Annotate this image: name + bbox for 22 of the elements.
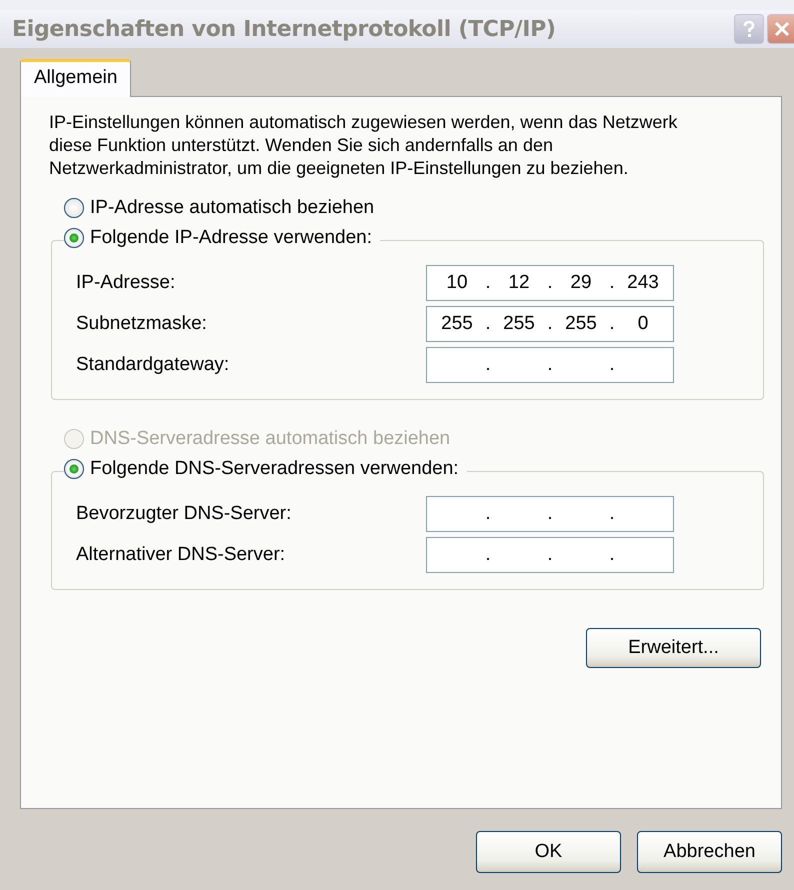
radio-option[interactable]: Folgende IP-Adresse verwenden: xyxy=(64,227,380,249)
field-label: Standardgateway: xyxy=(76,354,230,376)
ip-address-field[interactable]: . . . xyxy=(426,536,674,572)
advanced-button[interactable]: Erweitert... xyxy=(586,628,761,668)
help-button[interactable] xyxy=(734,14,764,44)
dialog-button[interactable]: OK xyxy=(476,831,621,873)
field-label: Bevorzugter DNS-Server: xyxy=(76,502,292,524)
close-button[interactable] xyxy=(767,14,794,44)
field-label: Subnetzmaske: xyxy=(76,312,207,334)
ip-address-field[interactable]: . . . xyxy=(426,346,674,382)
ip-address-field[interactable]: . . . xyxy=(426,496,674,532)
radio-option[interactable]: Folgende DNS-Serveradressen verwenden: xyxy=(64,458,467,480)
help-icon xyxy=(742,20,756,38)
dialog-button[interactable]: Abbrechen xyxy=(637,831,782,873)
intro-text: IP-Einstellungen können automatisch zugewiesen werden, wenn das Netzwerk diese Funktion unterstützt. Wenden Sie sich andernfalls an den Netzwerkadministrator, um die geeigneten IP-Einstellungen zu beziehen. xyxy=(49,111,678,180)
tab[interactable]: Allgemein xyxy=(20,59,132,97)
ip-address-field[interactable]: 255 . 255 . 255 . 0 xyxy=(426,306,674,342)
window-title: Eigenschaften von Internetprotokoll (TCP/IP) xyxy=(12,16,557,42)
close-icon xyxy=(774,21,790,37)
ip-address-field[interactable]: 10 . 12 . 29 . 243 xyxy=(426,264,674,300)
field-label: Alternativer DNS-Server: xyxy=(76,544,286,566)
field-label: IP-Adresse: xyxy=(76,272,176,294)
